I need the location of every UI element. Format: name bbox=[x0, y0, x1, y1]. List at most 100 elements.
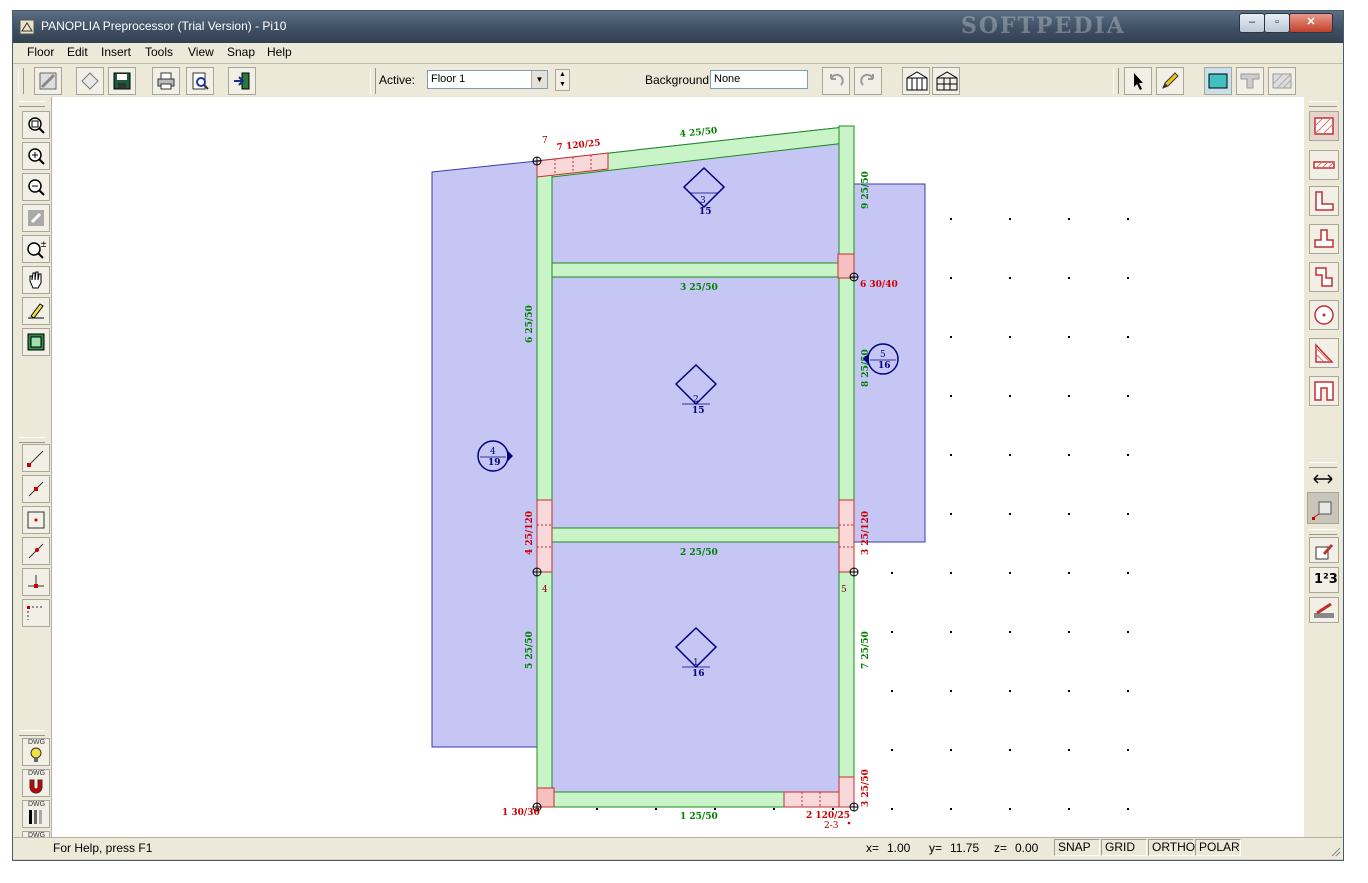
maximize-button[interactable]: ▫ bbox=[1264, 13, 1290, 33]
drawing-canvas[interactable]: 4 25/50 3 25/50 2 25/50 1 25/50 6 25/50 … bbox=[52, 97, 1304, 847]
menu-floor[interactable]: Floor bbox=[27, 45, 54, 59]
menu-edit[interactable]: Edit bbox=[67, 45, 88, 59]
grid-toggle[interactable]: GRID bbox=[1101, 839, 1147, 856]
exit-button[interactable] bbox=[228, 67, 256, 95]
snap-midpoint-button[interactable] bbox=[22, 475, 50, 503]
beam-5-label[interactable]: 5 25/50 bbox=[525, 631, 535, 669]
column-br-shape[interactable] bbox=[838, 776, 855, 808]
pencil-button[interactable] bbox=[1156, 67, 1184, 95]
beam-9-shape[interactable] bbox=[838, 125, 855, 808]
building-3d-button[interactable] bbox=[902, 67, 930, 95]
column-2-label[interactable]: 2 120/25 bbox=[806, 811, 850, 821]
column-br-label[interactable]: 3 25/50 bbox=[861, 769, 871, 807]
snap-center-button[interactable] bbox=[22, 506, 50, 534]
menu-insert[interactable]: Insert bbox=[101, 45, 131, 59]
slab-4-area[interactable] bbox=[431, 160, 538, 748]
snap-perpendicular-button[interactable] bbox=[22, 568, 50, 596]
beam-6-label[interactable]: 6 25/50 bbox=[525, 305, 535, 343]
print-button[interactable] bbox=[152, 67, 180, 95]
zoom-out-button[interactable] bbox=[22, 173, 50, 201]
floor-spinner[interactable]: ▲ ▼ bbox=[555, 69, 570, 91]
slab-button[interactable] bbox=[1309, 111, 1339, 141]
snap-toggle[interactable]: SNAP bbox=[1054, 839, 1100, 856]
toolbar-grip[interactable] bbox=[370, 68, 376, 94]
column-4-label[interactable]: 4 25/120 bbox=[525, 511, 535, 555]
beam-9-label[interactable]: 9 25/50 bbox=[861, 171, 871, 209]
pointer-button[interactable] bbox=[1124, 67, 1152, 95]
dimension-arrow-button[interactable] bbox=[1309, 469, 1339, 491]
diamond-button[interactable] bbox=[76, 67, 104, 95]
beam-3-shape[interactable] bbox=[551, 262, 840, 278]
chevron-down-icon[interactable]: ▼ bbox=[531, 71, 547, 88]
beam-3-label[interactable]: 3 25/50 bbox=[680, 283, 718, 293]
pan-button[interactable] bbox=[22, 266, 50, 294]
grid-box-button[interactable] bbox=[1307, 492, 1339, 524]
foundation-button[interactable] bbox=[1309, 597, 1339, 623]
dwg-light-button[interactable]: DWG bbox=[22, 738, 50, 766]
redraw-button[interactable] bbox=[22, 297, 50, 325]
floor-plan[interactable]: 4 25/50 3 25/50 2 25/50 1 25/50 6 25/50 … bbox=[52, 97, 1304, 847]
column-3-label[interactable]: 3 25/120 bbox=[861, 511, 871, 555]
zoom-window-button[interactable] bbox=[22, 111, 50, 139]
resize-grip-icon[interactable] bbox=[1329, 845, 1341, 857]
active-floor-select[interactable]: Floor 1 ▼ bbox=[427, 70, 548, 89]
title-bar[interactable]: PANOPLIA Preprocessor (Trial Version) - … bbox=[13, 11, 1343, 43]
building-wireframe-button[interactable] bbox=[932, 67, 960, 95]
toolbar-grip[interactable] bbox=[1309, 101, 1337, 107]
minimize-button[interactable]: – bbox=[1239, 13, 1265, 33]
edit-properties-button[interactable] bbox=[1309, 537, 1339, 563]
numbering-button[interactable]: 1²3 bbox=[1309, 567, 1339, 593]
t-column-button[interactable] bbox=[1309, 224, 1339, 254]
beam-6-shape[interactable] bbox=[536, 160, 553, 808]
column-4-shape[interactable] bbox=[536, 499, 553, 573]
column-2-3-label[interactable]: 2-3 bbox=[824, 821, 839, 831]
redo-button[interactable] bbox=[854, 67, 882, 95]
close-button[interactable]: ✕ bbox=[1289, 13, 1333, 33]
beam-8-label[interactable]: 8 25/50 bbox=[861, 349, 871, 387]
circular-column-button[interactable] bbox=[1309, 300, 1339, 330]
z-column-button[interactable] bbox=[1309, 262, 1339, 292]
print-preview-button[interactable] bbox=[186, 67, 214, 95]
column-3-shape[interactable] bbox=[838, 499, 855, 573]
beam-button[interactable] bbox=[1309, 150, 1339, 180]
beam-2-shape[interactable] bbox=[551, 527, 840, 543]
zoom-previous-button[interactable] bbox=[22, 204, 50, 232]
beam-7-label[interactable]: 7 25/50 bbox=[861, 631, 871, 669]
slab-view-button[interactable] bbox=[1204, 67, 1232, 95]
toolbar-grip[interactable] bbox=[1309, 462, 1337, 468]
wall-select-button[interactable] bbox=[34, 67, 62, 95]
snap-endpoint-button[interactable] bbox=[22, 444, 50, 472]
toolbar-grip[interactable] bbox=[19, 101, 45, 107]
column-6-label[interactable]: 6 30/40 bbox=[860, 280, 898, 290]
toolbar-grip[interactable] bbox=[18, 68, 24, 94]
menu-help[interactable]: Help bbox=[267, 45, 292, 59]
menu-snap[interactable]: Snap bbox=[227, 45, 255, 59]
beam-4-label[interactable]: 4 25/50 bbox=[679, 126, 718, 140]
slab-main-area[interactable] bbox=[536, 125, 855, 808]
beam-2-label[interactable]: 2 25/50 bbox=[680, 548, 718, 558]
u-column-button[interactable] bbox=[1309, 376, 1339, 406]
toolbar-grip[interactable] bbox=[19, 730, 45, 736]
zoom-realtime-button[interactable]: ± bbox=[22, 235, 50, 263]
hatch-view-button[interactable] bbox=[1268, 67, 1296, 95]
toolbar-grip[interactable] bbox=[19, 437, 45, 443]
toolbar-grip[interactable] bbox=[1309, 529, 1337, 535]
ortho-toggle[interactable]: ORTHO bbox=[1148, 839, 1195, 856]
zoom-extents-button[interactable] bbox=[22, 328, 50, 356]
zoom-in-button[interactable] bbox=[22, 142, 50, 170]
column-1-label[interactable]: 1 30/30 bbox=[502, 808, 540, 818]
triangular-column-button[interactable] bbox=[1309, 338, 1339, 368]
l-column-button[interactable] bbox=[1309, 186, 1339, 216]
dwg-layers-button[interactable]: DWG bbox=[22, 800, 50, 828]
background-field[interactable]: None bbox=[710, 70, 808, 89]
save-button[interactable] bbox=[108, 67, 136, 95]
beam-1-label[interactable]: 1 25/50 bbox=[680, 812, 718, 822]
snap-grid-button[interactable] bbox=[22, 599, 50, 627]
polar-toggle[interactable]: POLAR bbox=[1195, 839, 1241, 856]
menu-tools[interactable]: Tools bbox=[145, 45, 173, 59]
snap-nearest-button[interactable] bbox=[22, 537, 50, 565]
beam-view-button[interactable] bbox=[1236, 67, 1264, 95]
column-7-label[interactable]: 7 120/25 bbox=[556, 138, 601, 153]
dwg-magnet-button[interactable]: DWG bbox=[22, 769, 50, 797]
undo-button[interactable] bbox=[822, 67, 850, 95]
